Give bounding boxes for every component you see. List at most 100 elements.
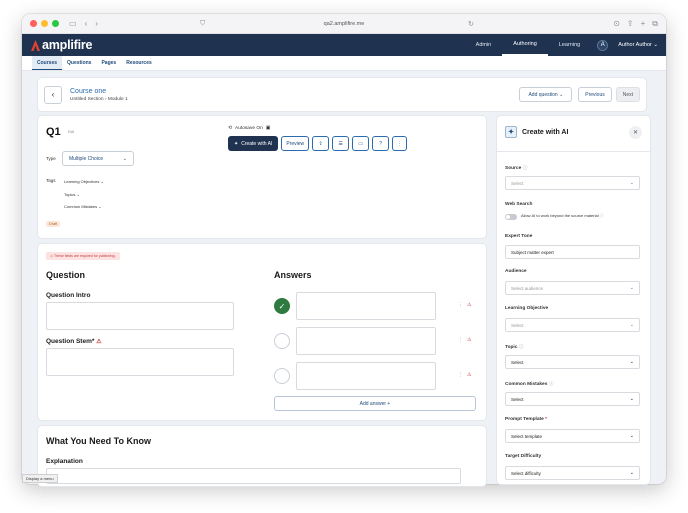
- back-button[interactable]: ‹: [44, 85, 62, 104]
- breadcrumb: Untitled Section › Module 1: [70, 97, 128, 102]
- learning-objective-select[interactable]: Select ⌄: [505, 318, 640, 332]
- previous-button[interactable]: Previous: [578, 87, 612, 102]
- tab-resources[interactable]: Resources: [121, 56, 157, 70]
- chevron-down-icon: ⌄: [629, 433, 634, 439]
- expert-tone-input[interactable]: Subject matter expert: [505, 245, 640, 259]
- delete-icon[interactable]: ⚠: [467, 337, 471, 343]
- target-difficulty-select[interactable]: Select difficulty ⌄: [505, 466, 640, 480]
- question-toolbar: ✦ Create with AI Preview ⇪ ☰ ▭ ? ⋮: [228, 136, 408, 151]
- web-search-toggle[interactable]: [505, 214, 517, 220]
- create-with-ai-button[interactable]: ✦ Create with AI: [228, 136, 279, 151]
- back-arrow-icon[interactable]: ‹: [85, 19, 88, 28]
- reload-icon[interactable]: ↻: [468, 20, 474, 28]
- ai-panel-title: Create with AI: [522, 128, 569, 136]
- answer-radio-2[interactable]: [274, 333, 290, 349]
- new-tab-icon[interactable]: +: [641, 19, 646, 29]
- user-menu[interactable]: Author Author ⌄: [618, 42, 658, 48]
- tab-questions[interactable]: Questions: [62, 56, 96, 70]
- required-asterisk: *: [545, 417, 548, 422]
- correct-answer-radio[interactable]: ✓: [274, 298, 290, 314]
- breadcrumb-section[interactable]: Untitled Section: [70, 97, 104, 102]
- user-avatar[interactable]: A: [597, 39, 609, 51]
- help-button[interactable]: ?: [372, 136, 390, 151]
- sub-nav: Courses Questions Pages Resources: [22, 56, 666, 71]
- sidebar-toggle-icon[interactable]: ▭: [69, 19, 77, 28]
- forward-arrow-icon[interactable]: ›: [95, 19, 98, 28]
- common-mistakes-select[interactable]: Select ⌄: [505, 392, 640, 406]
- course-title-link[interactable]: Course one: [70, 88, 128, 95]
- share-icon[interactable]: ⇪: [627, 19, 634, 29]
- explanation-field[interactable]: [46, 468, 461, 484]
- comment-button[interactable]: ▭: [352, 136, 370, 151]
- question-edit-link[interactable]: Edit: [68, 130, 74, 134]
- close-window-button[interactable]: [30, 20, 37, 27]
- divider: [497, 151, 650, 152]
- answer-field-3[interactable]: [296, 362, 436, 390]
- top-nav-learning[interactable]: Learning: [548, 34, 591, 56]
- tabs-overview-icon[interactable]: ⧉: [652, 19, 658, 29]
- info-icon: ⓘ: [522, 166, 528, 171]
- answer-radio-3[interactable]: [274, 368, 290, 384]
- kebab-menu-icon: ⋮: [397, 140, 403, 147]
- preview-button[interactable]: Preview: [281, 136, 310, 151]
- browser-right-controls: ⊙ ⇪ + ⧉: [613, 19, 658, 29]
- topic-value: Select: [511, 359, 524, 365]
- top-nav-admin[interactable]: Admin: [465, 34, 503, 56]
- close-icon: ✕: [632, 130, 639, 136]
- warning-text: These fields are required for publishing…: [54, 254, 116, 258]
- course-header: ‹ Course one Untitled Section › Module 1…: [38, 78, 646, 111]
- answer-field-1[interactable]: [296, 292, 436, 320]
- menu-tooltip: Display a menu: [22, 474, 58, 483]
- course-actions: Add question ⌄ Previous Next: [519, 87, 640, 102]
- answer-2-tools: ⋮ ⚠: [458, 337, 471, 343]
- question-intro-field[interactable]: [46, 302, 234, 330]
- tag-topics[interactable]: Topics ⌄: [64, 189, 104, 202]
- chevron-down-icon: ⌄: [629, 396, 634, 402]
- logo-mark-icon: [31, 39, 40, 51]
- audience-select[interactable]: Select audience ⌄: [505, 281, 640, 295]
- list-button[interactable]: ☰: [332, 136, 350, 151]
- chevron-down-icon: ⌄: [100, 179, 104, 184]
- close-ai-panel-button[interactable]: ✕: [629, 126, 642, 139]
- share-button[interactable]: ⇪: [312, 136, 330, 151]
- delete-icon[interactable]: ⚠: [467, 372, 471, 378]
- prompt-template-select[interactable]: Select template ⌄: [505, 429, 640, 443]
- download-icon[interactable]: ⊙: [613, 19, 620, 29]
- logo-text: amplifire: [42, 38, 93, 52]
- browser-nav-controls: ▭ ‹ ›: [69, 19, 98, 28]
- add-question-button[interactable]: Add question ⌄: [519, 87, 573, 102]
- tab-pages[interactable]: Pages: [96, 56, 121, 70]
- topic-select[interactable]: Select ⌄: [505, 355, 640, 369]
- autosave-icon: ⟲: [228, 126, 233, 131]
- tag-learning-objectives[interactable]: Learning Objectives ⌄: [64, 176, 104, 189]
- wynk-panel: What You Need To Know Explanation: [38, 426, 486, 486]
- maximize-window-button[interactable]: [52, 20, 59, 27]
- next-button[interactable]: Next: [615, 87, 640, 102]
- info-icon: ⓘ: [599, 213, 604, 218]
- add-answer-button[interactable]: Add answer +: [274, 396, 476, 411]
- shield-icon[interactable]: ⛉: [200, 20, 205, 28]
- minimize-window-button[interactable]: [41, 20, 48, 27]
- help-icon: ?: [379, 140, 383, 147]
- question-stem-field[interactable]: [46, 348, 234, 376]
- info-icon: ⓘ: [518, 345, 524, 350]
- delete-icon[interactable]: ⚠: [467, 302, 471, 308]
- drag-handle-icon[interactable]: ⋮: [458, 302, 463, 308]
- tab-courses[interactable]: Courses: [32, 56, 63, 70]
- tag-common-mistakes[interactable]: Common Mistakes ⌄: [64, 201, 104, 214]
- amplifire-logo[interactable]: amplifire: [30, 38, 93, 52]
- more-menu-button[interactable]: ⋮: [392, 136, 408, 151]
- answer-field-2[interactable]: [296, 327, 436, 355]
- drag-handle-icon[interactable]: ⋮: [458, 372, 463, 378]
- save-icon[interactable]: ▣: [266, 126, 271, 131]
- source-select[interactable]: Select ⌄: [505, 176, 640, 190]
- prompt-template-value: Select template: [511, 433, 543, 439]
- question-type-select[interactable]: Multiple Choice ⌄: [62, 151, 134, 166]
- breadcrumb-module[interactable]: Module 1: [108, 97, 128, 102]
- expert-tone-label: Expert Tone: [505, 234, 533, 239]
- window-controls: [30, 20, 59, 27]
- drag-handle-icon[interactable]: ⋮: [458, 337, 463, 343]
- address-bar[interactable]: qa2.amplifire.me: [324, 21, 365, 27]
- common-mistakes-label: Common Mistakes ⓘ: [505, 380, 554, 387]
- top-nav-authoring[interactable]: Authoring: [502, 34, 548, 56]
